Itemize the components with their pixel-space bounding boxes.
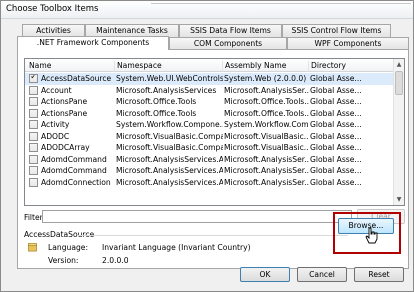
item-assembly: Microsoft.AnalysisSer... [224,85,309,95]
column-header-directory[interactable]: Directory [310,61,380,72]
tab-label: Maintenance Tasks [96,26,168,35]
list-item[interactable]: Activity System.Workflow.Compone... System… [25,119,395,131]
item-namespace: Microsoft.Office.Tools [116,97,197,106]
item-checkbox[interactable] [29,154,38,164]
item-assembly: Microsoft.VisualBasic... [224,131,309,141]
item-directory: Global Asse... [310,120,362,129]
tab-ssis-control-flow-items[interactable]: SSIS Control Flow Items [282,24,391,37]
list-header: Name Namespace Assembly Name Directory [25,59,395,72]
item-directory: Global Asse... [310,166,362,175]
tab-label: SSIS Data Flow Items [190,26,271,35]
item-assembly: System.Web (2.0.0.0) [224,74,307,83]
item-namespace: Microsoft.VisualBasic.Compa... [116,143,223,152]
item-name: ADODCArray [41,143,90,152]
tab-label: Activities [36,26,71,35]
info-divider [78,235,348,236]
list-item[interactable]: Account Microsoft.AnalysisServices Microso… [25,85,395,97]
tab-label: SSIS Control Flow Items [291,26,382,35]
item-name: AdomdConnection [41,177,111,187]
item-namespace: Microsoft.Office.Tools [116,108,197,118]
item-assembly: System.Workflow.Com... [224,120,309,129]
item-checkbox[interactable] [29,85,38,95]
item-assembly: Microsoft.VisualBasic... [224,143,309,152]
list-item[interactable]: AdomdCommand Microsoft.AnalysisServices.A… [25,154,395,166]
components-list[interactable]: Name Namespace Assembly Name Directory A… [24,58,405,206]
title-divider [151,3,411,4]
list-item[interactable]: AdomdConnection Microsoft.AnalysisService… [25,177,395,189]
item-name: Account [41,85,72,95]
item-directory: Global Asse... [310,97,362,106]
item-namespace: Microsoft.AnalysisServices [116,85,217,95]
window-title: Choose Toolbox Items [6,4,99,14]
item-checkbox[interactable] [29,74,38,83]
cancel-button[interactable]: Cancel [297,267,347,282]
item-assembly: Microsoft.AnalysisSer... [224,154,309,164]
item-checkbox[interactable] [29,177,38,187]
item-assembly: Microsoft.AnalysisSer... [224,177,309,187]
language-value: Invariant Language (Invariant Country) [102,243,251,252]
scroll-up-icon[interactable]: ▲ [394,59,404,70]
item-name: ADODC [41,131,70,141]
item-name: ActionsPane [41,97,88,106]
item-directory: Global Asse... [310,131,362,141]
item-name: ActionsPane [41,108,88,118]
item-name: Activity [41,120,70,129]
item-namespace: System.Web.UI.WebControls [116,74,223,83]
filter-input[interactable] [42,210,352,223]
item-namespace: Microsoft.AnalysisServices.A... [116,177,223,187]
column-header-namespace[interactable]: Namespace [116,61,223,72]
version-value: 2.0.0.0 [102,256,129,265]
column-header-name[interactable]: Name [29,61,115,72]
list-item[interactable]: ActionsPane Microsoft.Office.Tools Microso… [25,108,395,120]
item-directory: Global Asse... [310,108,362,118]
list-item[interactable]: AdomdCommand Microsoft.AnalysisServices.A… [25,165,395,177]
item-checkbox[interactable] [29,97,38,106]
scroll-down-icon[interactable]: ▼ [394,194,404,205]
vertical-scrollbar[interactable]: ▲ ▼ [393,59,404,205]
item-name: AdomdCommand [41,166,107,175]
item-checkbox[interactable] [29,131,38,141]
item-checkbox[interactable] [29,108,38,118]
item-assembly: Microsoft.Office.Tools... [224,108,309,118]
item-name: AccessDataSource [41,74,112,83]
list-body: AccessDataSource System.Web.UI.WebControl… [25,73,395,188]
item-directory: Global Asse... [310,74,362,83]
ok-button[interactable]: OK [240,267,290,282]
tab-ssis-data-flow-items[interactable]: SSIS Data Flow Items [179,24,282,37]
item-assembly: Microsoft.Office.Tools... [224,97,309,106]
tab-label: WPF Components [314,39,382,48]
tab-label: COM Components [193,39,263,48]
item-name: AdomdCommand [41,154,107,164]
list-item[interactable]: ADODCArray Microsoft.VisualBasic.Compa...… [25,142,395,154]
list-item[interactable]: AccessDataSource System.Web.UI.WebControl… [25,73,395,85]
choose-toolbox-items-dialog: Choose Toolbox Items Activities Maintena… [0,0,414,292]
package-icon [28,243,37,252]
item-checkbox[interactable] [29,166,38,175]
item-assembly: Microsoft.AnalysisSer... [224,166,309,175]
item-directory: Global Asse... [310,85,362,95]
version-label: Version: [48,256,79,265]
list-item[interactable]: ADODC Microsoft.VisualBasic.Compa... Micro… [25,131,395,143]
item-namespace: Microsoft.AnalysisServices.A... [116,166,223,175]
item-directory: Global Asse... [310,177,362,187]
scroll-thumb[interactable] [395,71,403,95]
item-namespace: Microsoft.AnalysisServices.A... [116,154,223,164]
list-item[interactable]: ActionsPane Microsoft.Office.Tools Microso… [25,96,395,108]
item-namespace: System.Workflow.Compone... [116,120,223,129]
item-namespace: Microsoft.VisualBasic.Compa... [116,131,223,141]
item-checkbox[interactable] [29,143,38,152]
reset-button[interactable]: Reset [354,267,404,282]
column-header-assembly-name[interactable]: Assembly Name [224,61,309,72]
item-directory: Global Asse... [310,143,362,152]
title-bar: Choose Toolbox Items [1,1,413,19]
item-directory: Global Asse... [310,154,362,164]
tab-net-framework-components[interactable]: .NET Framework Components [17,36,169,50]
tab-label: .NET Framework Components [36,38,150,47]
item-checkbox[interactable] [29,120,38,129]
hand-cursor-icon [365,227,378,244]
language-label: Language: [48,243,89,252]
